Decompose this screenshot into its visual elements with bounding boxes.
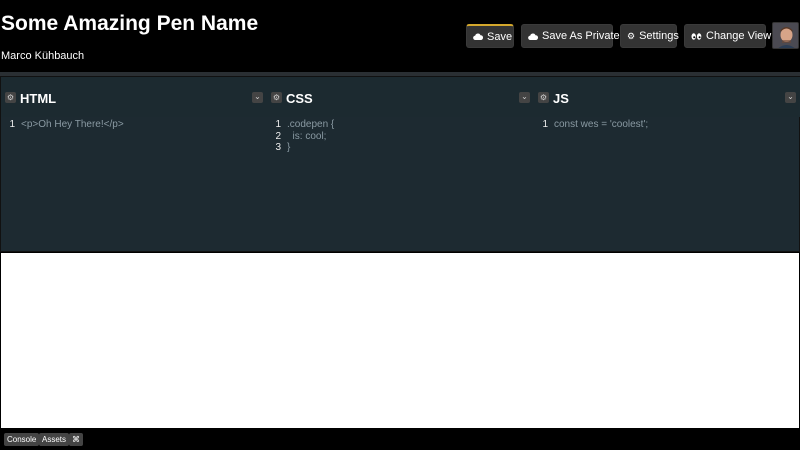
editor-header: ⚙ CSS ⌄ (267, 77, 534, 117)
line-number: 2 (275, 130, 281, 142)
settings-button[interactable]: ⚙ Settings (620, 24, 679, 48)
editor-header: ⚙ JS ⌄ (534, 77, 800, 117)
cloud-icon (528, 32, 538, 40)
cloud-icon (473, 33, 483, 40)
code-text: <p>Oh Hey There!</p> (21, 119, 124, 130)
author-name[interactable]: Marco Kühbauch (1, 50, 84, 62)
line-number: 1 (9, 119, 15, 130)
js-editor[interactable]: ⚙ JS ⌄ 1 const wes = 'coolest'; (534, 77, 800, 251)
code-area[interactable]: 1 <p>Oh Hey There!</p> (1, 119, 267, 131)
code-line: 3 } (267, 142, 534, 154)
gear-icon[interactable]: ⚙ (271, 92, 282, 103)
code-line: 1 .codepen { (267, 119, 534, 131)
line-number: 1 (275, 119, 281, 130)
console-button[interactable]: Console (4, 433, 40, 446)
code-text: } (287, 142, 291, 153)
save-label: Save (487, 30, 513, 43)
editors-panel: ⚙ HTML ⌄ 1 <p>Oh Hey There!</p> ⚙ CSS ⌄ … (0, 76, 800, 252)
chevron-down-icon[interactable]: ⌄ (252, 92, 263, 103)
line-number: 3 (275, 142, 281, 153)
code-line: 2 is: cool; (267, 131, 534, 143)
assets-button[interactable]: Assets (39, 433, 70, 446)
gear-icon: ⚙ (627, 30, 636, 41)
code-text: const wes = 'coolest'; (554, 119, 649, 130)
keyboard-shortcuts-button[interactable]: ⌘ (69, 433, 83, 446)
editor-language: HTML (20, 91, 57, 106)
change-view-label: Change View (706, 30, 772, 42)
eyes-icon (691, 32, 702, 40)
save-button[interactable]: Save (466, 24, 514, 48)
pen-title: Some Amazing Pen Name (1, 12, 259, 35)
save-as-private-label: Save As Private (542, 30, 620, 42)
preview-pane[interactable] (0, 252, 800, 429)
code-line: 1 <p>Oh Hey There!</p> (1, 119, 267, 131)
chevron-down-icon[interactable]: ⌄ (785, 92, 796, 103)
save-as-private-button[interactable]: Save As Private (521, 24, 620, 48)
line-number: 1 (542, 119, 548, 130)
footer-bar: Console Assets ⌘ (0, 429, 800, 450)
css-editor[interactable]: ⚙ CSS ⌄ 1 .codepen { 2 is: cool; 3 } (267, 77, 534, 251)
chevron-down-icon[interactable]: ⌄ (519, 92, 530, 103)
pen-header: Some Amazing Pen Name Marco Kühbauch Sav… (0, 0, 800, 72)
code-area[interactable]: 1 .codepen { 2 is: cool; 3 } (267, 119, 534, 154)
editor-header: ⚙ HTML ⌄ (1, 77, 267, 117)
html-editor[interactable]: ⚙ HTML ⌄ 1 <p>Oh Hey There!</p> (1, 77, 267, 251)
code-text: .codepen { (287, 119, 335, 130)
editor-language: CSS (286, 91, 313, 106)
settings-label: Settings (639, 30, 679, 42)
code-line: 1 const wes = 'coolest'; (534, 119, 800, 131)
code-text: is: cool; (287, 130, 327, 142)
change-view-button[interactable]: Change View (684, 24, 771, 48)
gear-icon[interactable]: ⚙ (5, 92, 16, 103)
gear-icon[interactable]: ⚙ (538, 92, 549, 103)
user-avatar[interactable] (772, 22, 799, 49)
editor-language: JS (553, 91, 569, 106)
code-area[interactable]: 1 const wes = 'coolest'; (534, 119, 800, 131)
